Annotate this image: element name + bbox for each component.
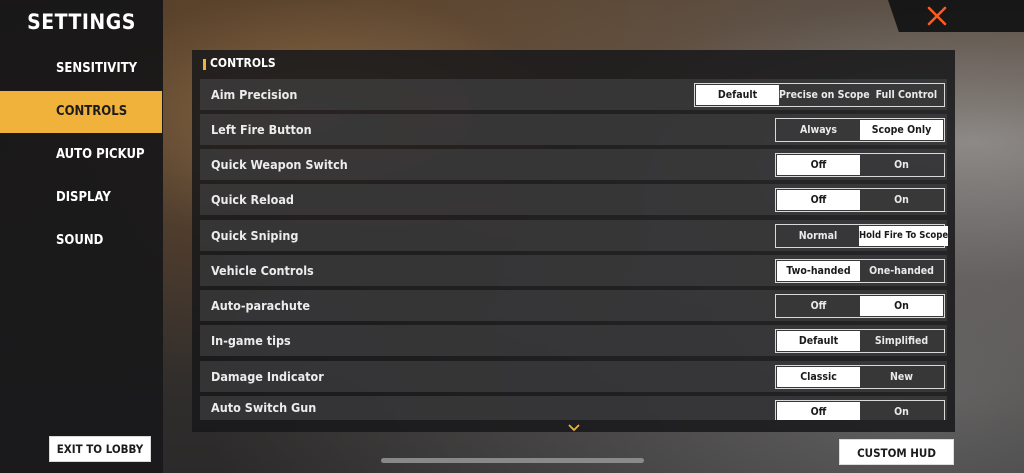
option-always[interactable]: Always	[777, 120, 860, 140]
settings-sidebar: SETTINGS SENSITIVITY CONTROLS AUTO PICKU…	[0, 0, 163, 473]
section-accent-bar	[203, 59, 206, 70]
option-on[interactable]: On	[860, 190, 943, 210]
setting-row-auto-switch-gun: Auto Switch Gun Off On	[200, 396, 947, 420]
sidebar-title: SETTINGS	[27, 10, 136, 34]
vehicle-controls-selector: Two-handed One-handed	[775, 259, 945, 283]
option-scope-only[interactable]: Scope Only	[860, 120, 943, 140]
setting-label: Aim Precision	[211, 87, 298, 102]
controls-panel: CONTROLS Aim Precision Default Precise o…	[192, 50, 955, 432]
setting-row-auto-parachute: Auto-parachute Off On	[200, 290, 947, 321]
damage-indicator-selector: Classic New	[775, 365, 945, 389]
setting-label: Vehicle Controls	[211, 263, 314, 278]
setting-label: In-game tips	[211, 333, 291, 348]
setting-row-vehicle-controls: Vehicle Controls Two-handed One-handed	[200, 255, 947, 286]
custom-hud-button[interactable]: CUSTOM HUD	[839, 439, 954, 465]
option-hold-fire-to-scope[interactable]: Hold Fire To Scope	[859, 226, 949, 246]
sidebar-item-sensitivity[interactable]: SENSITIVITY	[0, 48, 162, 90]
setting-row-aim-precision: Aim Precision Default Precise on Scope F…	[200, 79, 947, 110]
quick-sniping-selector: Normal Hold Fire To Scope	[775, 224, 949, 248]
setting-label: Quick Weapon Switch	[211, 157, 348, 172]
setting-row-damage-indicator: Damage Indicator Classic New	[200, 361, 947, 392]
exit-to-lobby-button[interactable]: EXIT TO LOBBY	[49, 436, 151, 462]
option-on[interactable]: On	[860, 402, 943, 420]
option-full-control[interactable]: Full Control	[870, 85, 943, 105]
setting-label: Damage Indicator	[211, 369, 324, 384]
setting-row-quick-weapon-switch: Quick Weapon Switch Off On	[200, 149, 947, 180]
left-fire-button-selector: Always Scope Only	[775, 118, 945, 142]
setting-row-in-game-tips: In-game tips Default Simplified	[200, 325, 947, 356]
section-header: CONTROLS	[192, 50, 955, 76]
option-default[interactable]: Default	[696, 85, 779, 105]
option-one-handed[interactable]: One-handed	[860, 261, 943, 281]
option-on[interactable]: On	[860, 296, 943, 316]
aim-precision-selector: Default Precise on Scope Full Control	[694, 83, 945, 107]
close-icon	[927, 6, 947, 26]
sidebar-item-controls[interactable]: CONTROLS	[0, 91, 162, 133]
option-off[interactable]: Off	[777, 190, 860, 210]
option-normal[interactable]: Normal	[777, 226, 859, 246]
home-indicator[interactable]	[381, 458, 644, 463]
auto-switch-gun-selector: Off On	[775, 400, 945, 420]
option-classic[interactable]: Classic	[777, 367, 860, 387]
setting-row-left-fire-button: Left Fire Button Always Scope Only	[200, 114, 947, 145]
option-precise-on-scope[interactable]: Precise on Scope	[779, 85, 870, 105]
option-off[interactable]: Off	[777, 402, 860, 420]
setting-label: Quick Sniping	[211, 228, 299, 243]
option-off[interactable]: Off	[777, 155, 860, 175]
option-default[interactable]: Default	[777, 331, 860, 351]
setting-label: Auto Switch Gun	[211, 400, 317, 415]
close-button[interactable]	[888, 0, 1024, 32]
in-game-tips-selector: Default Simplified	[775, 329, 945, 353]
sidebar-item-auto-pickup[interactable]: AUTO PICKUP	[0, 134, 162, 176]
setting-row-quick-reload: Quick Reload Off On	[200, 184, 947, 215]
quick-weapon-switch-selector: Off On	[775, 153, 945, 177]
setting-label: Quick Reload	[211, 192, 294, 207]
setting-label: Left Fire Button	[211, 122, 312, 137]
option-new[interactable]: New	[860, 367, 943, 387]
auto-parachute-selector: Off On	[775, 294, 945, 318]
setting-row-quick-sniping: Quick Sniping Normal Hold Fire To Scope	[200, 220, 949, 251]
sidebar-item-display[interactable]: DISPLAY	[0, 177, 162, 219]
option-on[interactable]: On	[860, 155, 943, 175]
option-simplified[interactable]: Simplified	[860, 331, 943, 351]
chevron-down-icon[interactable]	[568, 424, 580, 432]
section-title: CONTROLS	[210, 56, 276, 70]
sidebar-item-sound[interactable]: SOUND	[0, 220, 162, 262]
option-two-handed[interactable]: Two-handed	[777, 261, 860, 281]
quick-reload-selector: Off On	[775, 188, 945, 212]
setting-label: Auto-parachute	[211, 298, 310, 313]
option-off[interactable]: Off	[777, 296, 860, 316]
